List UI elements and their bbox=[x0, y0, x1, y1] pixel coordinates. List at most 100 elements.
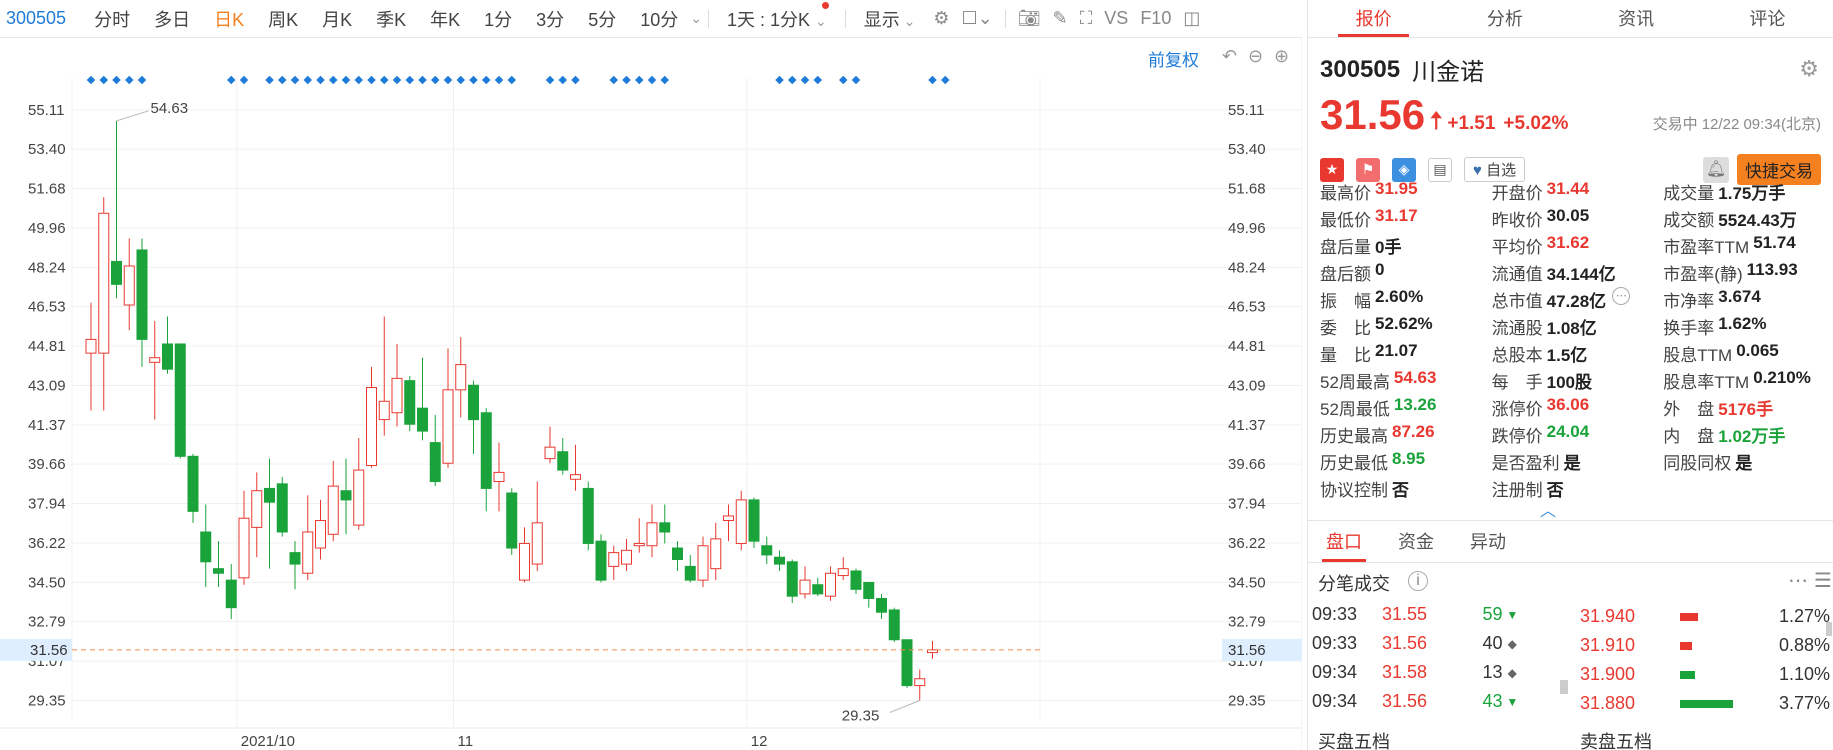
tab-monthly-k[interactable]: 月K bbox=[322, 6, 352, 32]
stat-cell: 盘后额 0 bbox=[1320, 260, 1492, 285]
stat-cell: 52周最低 13.26 bbox=[1320, 395, 1492, 420]
candle-up bbox=[366, 387, 377, 466]
pencil-icon[interactable]: ✎ bbox=[1053, 8, 1068, 29]
settings-gear-icon[interactable]: ⚙ bbox=[933, 8, 949, 29]
high-leader-line bbox=[116, 110, 149, 122]
camera-icon[interactable]: 📷︎ bbox=[1018, 8, 1041, 29]
event-marker bbox=[635, 75, 644, 85]
stat-cell: 股息TTM 0.065 bbox=[1663, 341, 1830, 366]
candle-up bbox=[837, 568, 849, 577]
tab-quote[interactable]: 报价 bbox=[1308, 0, 1439, 37]
stats-row: 盘后额 0 流通值 34.144亿 市盈率(静) 113.93 bbox=[1320, 259, 1830, 286]
y-tick-label-right: 43.09 bbox=[1228, 377, 1266, 394]
price-change: +1.51 bbox=[1447, 113, 1496, 134]
more-icon[interactable]: ⋯ bbox=[1612, 287, 1631, 305]
event-marker bbox=[941, 75, 950, 85]
event-marker bbox=[456, 75, 465, 85]
event-marker bbox=[813, 75, 822, 85]
tab-3min[interactable]: 3分 bbox=[536, 6, 564, 32]
depth-scrollbar[interactable] bbox=[1826, 622, 1832, 636]
kline-chart-area[interactable]: 55.11 55.11 53.40 53.40 51.68 51.68 49.96 49.96… bbox=[0, 38, 1303, 750]
tick-volume: 59 bbox=[1482, 604, 1503, 624]
tab-yearly-k[interactable]: 年K bbox=[430, 6, 460, 32]
depth-bar bbox=[1680, 699, 1750, 708]
collapse-chevron-icon[interactable]: ︿ bbox=[1540, 497, 1556, 521]
stat-value: 31.95 bbox=[1375, 179, 1418, 198]
checkbox-dropdown-icon[interactable]: ☐⌄ bbox=[962, 8, 993, 29]
stock-code-link[interactable]: 300505 bbox=[6, 8, 66, 29]
stats-row: 委 比 52.62% 流通股 1.08亿 换手率 1.62% bbox=[1320, 313, 1830, 340]
tab-comments[interactable]: 评论 bbox=[1702, 0, 1833, 37]
fullscreen-icon[interactable]: ⛶ bbox=[1080, 8, 1093, 29]
tab-1min[interactable]: 1分 bbox=[484, 6, 512, 32]
tab-10min[interactable]: 10分 bbox=[640, 6, 678, 32]
diamond-icon: ◆ bbox=[1507, 665, 1517, 680]
tab-fund-flow[interactable]: 资金 bbox=[1380, 522, 1452, 562]
tab-unusual[interactable]: 异动 bbox=[1452, 522, 1524, 562]
stat-value: 0.065 bbox=[1736, 341, 1779, 360]
stock-code: 300505 bbox=[1320, 55, 1401, 83]
down-triangle-icon: ▼ bbox=[1506, 694, 1519, 709]
more-icon[interactable]: ⋯ bbox=[1788, 568, 1808, 593]
candle-up bbox=[697, 545, 709, 581]
stat-value: 31.62 bbox=[1546, 233, 1590, 252]
tab-time-share[interactable]: 分时 bbox=[94, 6, 130, 32]
y-tick-label-right: 39.66 bbox=[1228, 456, 1266, 473]
info-icon[interactable]: i bbox=[1408, 571, 1428, 591]
stat-value: 24.04 bbox=[1546, 422, 1590, 441]
tab-multi-day[interactable]: 多日 bbox=[154, 6, 190, 32]
stats-row: 最高价 31.95 开盘价 31.44 成交量 1.75万手 bbox=[1320, 178, 1830, 205]
candle-down bbox=[748, 499, 760, 542]
candlestick-chart[interactable]: 55.11 55.11 53.40 53.40 51.68 51.68 49.96 49.96… bbox=[0, 38, 1303, 750]
zoom-in-icon[interactable]: ⊕ bbox=[1274, 46, 1289, 67]
tick-scrollbar[interactable] bbox=[1560, 680, 1568, 694]
stat-label: 市盈率TTM bbox=[1663, 238, 1750, 257]
zoom-out-icon[interactable]: ⊖ bbox=[1248, 46, 1263, 67]
adjust-price-button[interactable]: 前复权 bbox=[1148, 46, 1199, 71]
panel-toggle-icon[interactable]: ◫ bbox=[1183, 8, 1200, 29]
list-icon[interactable]: ☰ bbox=[1814, 568, 1832, 593]
tab-news[interactable]: 资讯 bbox=[1571, 0, 1702, 37]
stat-cell: 盘后量 0手 bbox=[1320, 233, 1492, 258]
event-marker bbox=[647, 75, 657, 85]
stat-cell: 流通股 1.08亿 bbox=[1492, 314, 1664, 339]
stat-value: 100股 bbox=[1546, 373, 1593, 392]
compare-vs-button[interactable]: VS bbox=[1104, 8, 1128, 29]
stat-label: 跌停价 bbox=[1491, 427, 1543, 446]
period-select[interactable]: 1天 : 1分K ⌄ bbox=[726, 1, 829, 32]
tab-quarterly-k[interactable]: 季K bbox=[376, 6, 406, 32]
stats-row: 历史最高 87.26 跌停价 24.04 内 盘 1.02万手 bbox=[1320, 421, 1830, 448]
depth-row: 31.900 1.10% bbox=[1580, 660, 1830, 689]
candle-down bbox=[506, 492, 518, 549]
event-marker bbox=[418, 75, 427, 85]
tab-analysis[interactable]: 分析 bbox=[1439, 0, 1570, 37]
tab-weekly-k[interactable]: 周K bbox=[268, 6, 298, 32]
quote-tabs: 报价 分析 资讯 评论 bbox=[1308, 0, 1833, 38]
tab-daily-k[interactable]: 日K bbox=[214, 6, 244, 32]
stat-label: 委 比 bbox=[1320, 319, 1371, 338]
chevron-down-icon[interactable]: ⌄ bbox=[690, 10, 702, 27]
gear-icon[interactable]: ⚙ bbox=[1799, 56, 1819, 82]
display-menu-button[interactable]: 显示 ⌄ bbox=[864, 6, 916, 32]
candle-down bbox=[659, 522, 671, 533]
period-select-label: 1天 : 1分K bbox=[726, 9, 810, 30]
candle-down bbox=[812, 584, 824, 595]
depth-bar bbox=[1680, 612, 1750, 621]
candle-down bbox=[888, 609, 900, 641]
stat-value: 36.06 bbox=[1546, 395, 1590, 414]
stat-label: 涨停价 bbox=[1491, 400, 1543, 419]
watchlist-label: 自选 bbox=[1486, 162, 1517, 179]
tab-5min[interactable]: 5分 bbox=[588, 6, 616, 32]
stat-cell: 内 盘 1.02万手 bbox=[1663, 422, 1830, 447]
y-tick-label-left: 29.35 bbox=[28, 693, 66, 710]
candle-up bbox=[723, 515, 734, 522]
undo-icon[interactable]: ↶ bbox=[1222, 46, 1237, 67]
event-marker bbox=[775, 75, 784, 85]
x-tick-label: 12 bbox=[751, 733, 768, 750]
candle-up bbox=[353, 469, 365, 526]
y-tick-label-left: 44.81 bbox=[28, 338, 66, 355]
f10-button[interactable]: F10 bbox=[1140, 8, 1171, 29]
event-marker bbox=[800, 75, 810, 85]
chevron-down-icon: ⌄ bbox=[815, 12, 827, 29]
tab-order-book[interactable]: 盘口 bbox=[1308, 522, 1380, 562]
